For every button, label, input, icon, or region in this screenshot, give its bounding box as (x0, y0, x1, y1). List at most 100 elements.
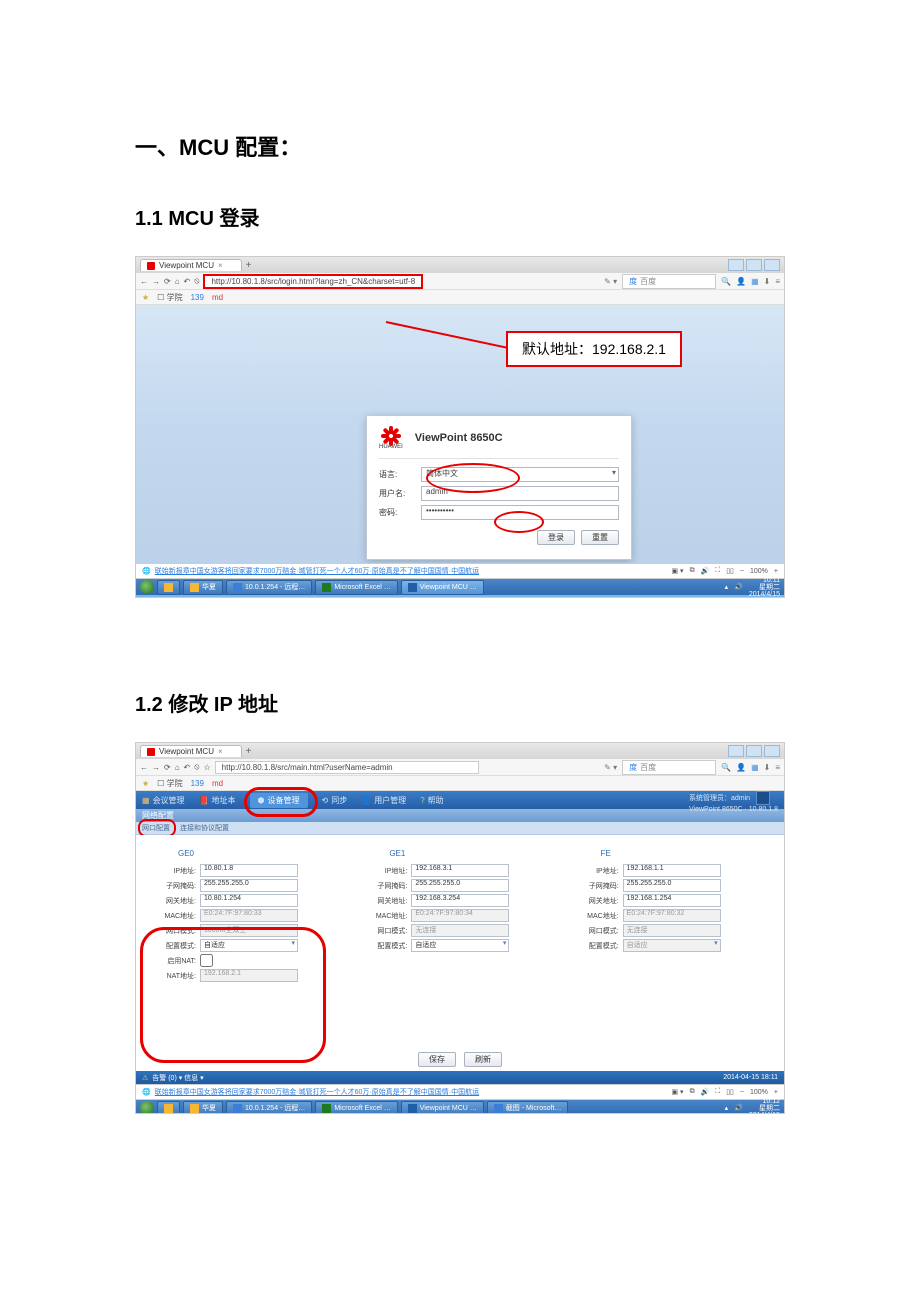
forward-icon[interactable]: → (152, 763, 160, 772)
start-button[interactable] (140, 1101, 154, 1114)
tray-icon[interactable]: 🔊 (734, 583, 743, 591)
close-icon[interactable]: × (218, 261, 223, 270)
zoom-in[interactable]: + (774, 1089, 778, 1096)
search-icon[interactable]: 🔍 (721, 277, 731, 286)
task-item[interactable] (157, 1101, 180, 1115)
download-icon[interactable]: ⬇ (764, 277, 771, 286)
min-button[interactable] (728, 745, 744, 757)
news-link[interactable]: 联始新报章中国女游客将回家要求7000万赔金·城管打死一个人才60万·原始真是不… (155, 1087, 479, 1097)
task-item[interactable]: 华夏 (183, 580, 223, 595)
compat-icon[interactable]: ▣ ▾ (671, 567, 683, 575)
task-item[interactable]: 10.0.1.254 - 远程… (226, 1101, 312, 1115)
task-item[interactable]: 华夏 (183, 1101, 223, 1115)
download-icon[interactable]: ⬇ (764, 763, 771, 772)
url-input[interactable]: http://10.80.1.8/src/login.html?lang=zh_… (203, 274, 423, 289)
forward-icon[interactable]: → (152, 277, 160, 286)
expand-icon[interactable]: ⛶ (715, 567, 720, 575)
logout-icon[interactable] (756, 791, 770, 805)
search-icon[interactable]: 🔍 (721, 763, 731, 772)
browser-tab[interactable]: Viewpoint MCU × (140, 745, 242, 757)
task-item[interactable]: 截图 - Microsoft… (487, 1101, 569, 1115)
ge1-ip-input[interactable]: 192.168.3.1 (411, 864, 509, 877)
expand-icon[interactable]: ⛶ (715, 1088, 720, 1096)
home-icon[interactable]: ⌂ (175, 277, 180, 286)
reset-button[interactable]: 重置 (581, 530, 619, 545)
search-input[interactable]: 度百度 (622, 274, 716, 289)
split-icon[interactable]: ▯▯ (726, 567, 734, 575)
bookmark-item[interactable]: 139 (191, 779, 204, 788)
ge1-gw-input[interactable]: 192.168.3.254 (411, 894, 509, 907)
task-item[interactable]: Microsoft Excel … (315, 1101, 397, 1115)
task-item[interactable] (157, 580, 180, 595)
tool-icon[interactable]: ✎ ▾ (604, 763, 617, 772)
app-icon[interactable]: ▦ (751, 763, 759, 772)
star-icon[interactable]: ★ (142, 293, 149, 302)
alert-text[interactable]: 告警 (0) ▾ 信息 ▾ (152, 1073, 203, 1083)
task-item[interactable]: Microsoft Excel … (315, 580, 397, 595)
sound-icon[interactable]: 🔊 (701, 1088, 710, 1096)
clock[interactable]: 10:12 星期二 2014/4/15 (749, 1098, 780, 1115)
user-icon[interactable]: 👤 (736, 277, 746, 286)
undo-icon[interactable]: ↶ (184, 277, 191, 286)
reload-icon[interactable]: ⟳ (164, 763, 171, 772)
tray-icon[interactable]: ▴ (725, 583, 729, 591)
star-icon[interactable]: ★ (142, 779, 149, 788)
stop-icon[interactable]: ⦸ (194, 276, 199, 286)
split-icon[interactable]: ▯▯ (726, 1088, 734, 1096)
zoom-in[interactable]: + (774, 568, 778, 575)
close-button[interactable] (764, 259, 780, 271)
menu-icon[interactable]: ≡ (775, 277, 780, 286)
sound-icon[interactable]: 🔊 (701, 567, 710, 575)
bookmark-item[interactable]: ☐ 学院 (157, 778, 182, 789)
reload-icon[interactable]: ⟳ (164, 277, 171, 286)
start-button[interactable] (140, 580, 154, 594)
tool-icon[interactable]: ✎ ▾ (604, 277, 617, 286)
url-input[interactable]: http://10.80.1.8/src/main.html?userName=… (215, 761, 479, 774)
screenshot-icon[interactable]: ⧉ (690, 1088, 695, 1096)
max-button[interactable] (746, 745, 762, 757)
fe-gw-input[interactable]: 192.168.1.254 (623, 894, 721, 907)
bookmark-item[interactable]: md (212, 779, 223, 788)
ge1-cfg-select[interactable]: 自适应 (411, 939, 509, 952)
task-item[interactable]: Viewpoint MCU … (401, 1101, 484, 1115)
bookmark-item[interactable]: 139 (191, 293, 204, 302)
tray-icon[interactable]: ▴ (725, 1104, 729, 1112)
browser-tab[interactable]: Viewpoint MCU × (140, 259, 242, 271)
tray-icon[interactable]: 🔊 (734, 1104, 743, 1112)
fe-mask-input[interactable]: 255.255.255.0 (623, 879, 721, 892)
menu-addr[interactable]: 📕地址本 (199, 795, 236, 806)
search-input[interactable]: 度百度 (622, 760, 716, 775)
zoom-out[interactable]: − (740, 568, 744, 575)
home-icon[interactable]: ⌂ (175, 763, 180, 772)
min-button[interactable] (728, 259, 744, 271)
clock[interactable]: 10:11 星期二 2014/4/15 (749, 577, 780, 598)
menu-help[interactable]: ?帮助 (420, 795, 443, 806)
bookmark-item[interactable]: md (212, 293, 223, 302)
save-button[interactable]: 保存 (418, 1052, 456, 1067)
menu-sync[interactable]: ⟲同步 (322, 795, 348, 806)
menu-conf[interactable]: ▦会议管理 (142, 795, 185, 806)
close-icon[interactable]: × (218, 747, 223, 756)
bookmark-item[interactable]: ☐ 学院 (157, 292, 182, 303)
ge0-ip-input[interactable]: 10.80.1.8 (200, 864, 298, 877)
user-icon[interactable]: 👤 (736, 763, 746, 772)
screenshot-icon[interactable]: ⧉ (690, 567, 695, 575)
app-icon[interactable]: ▦ (751, 277, 759, 286)
task-item[interactable]: 10.0.1.254 - 远程… (226, 580, 312, 595)
news-link[interactable]: 联始新报章中国女游客将回家要求7000万赔金·城管打死一个人才60万·原始真是不… (155, 566, 479, 576)
back-icon[interactable]: ← (140, 763, 148, 772)
compat-icon[interactable]: ▣ ▾ (671, 1088, 683, 1096)
subtab-proto[interactable]: 连接和协议配置 (180, 823, 229, 833)
close-button[interactable] (764, 745, 780, 757)
undo-icon[interactable]: ↶ (184, 763, 191, 772)
menu-user[interactable]: 👤用户管理 (361, 795, 406, 806)
new-tab-button[interactable]: + (246, 260, 252, 271)
menu-icon[interactable]: ≡ (775, 763, 780, 772)
zoom-out[interactable]: − (740, 1089, 744, 1096)
task-item[interactable]: Viewpoint MCU … (401, 580, 484, 595)
back-icon[interactable]: ← (140, 277, 148, 286)
ge0-gw-input[interactable]: 10.80.1.254 (200, 894, 298, 907)
new-tab-button[interactable]: + (246, 746, 252, 757)
max-button[interactable] (746, 259, 762, 271)
login-button[interactable]: 登录 (537, 530, 575, 545)
